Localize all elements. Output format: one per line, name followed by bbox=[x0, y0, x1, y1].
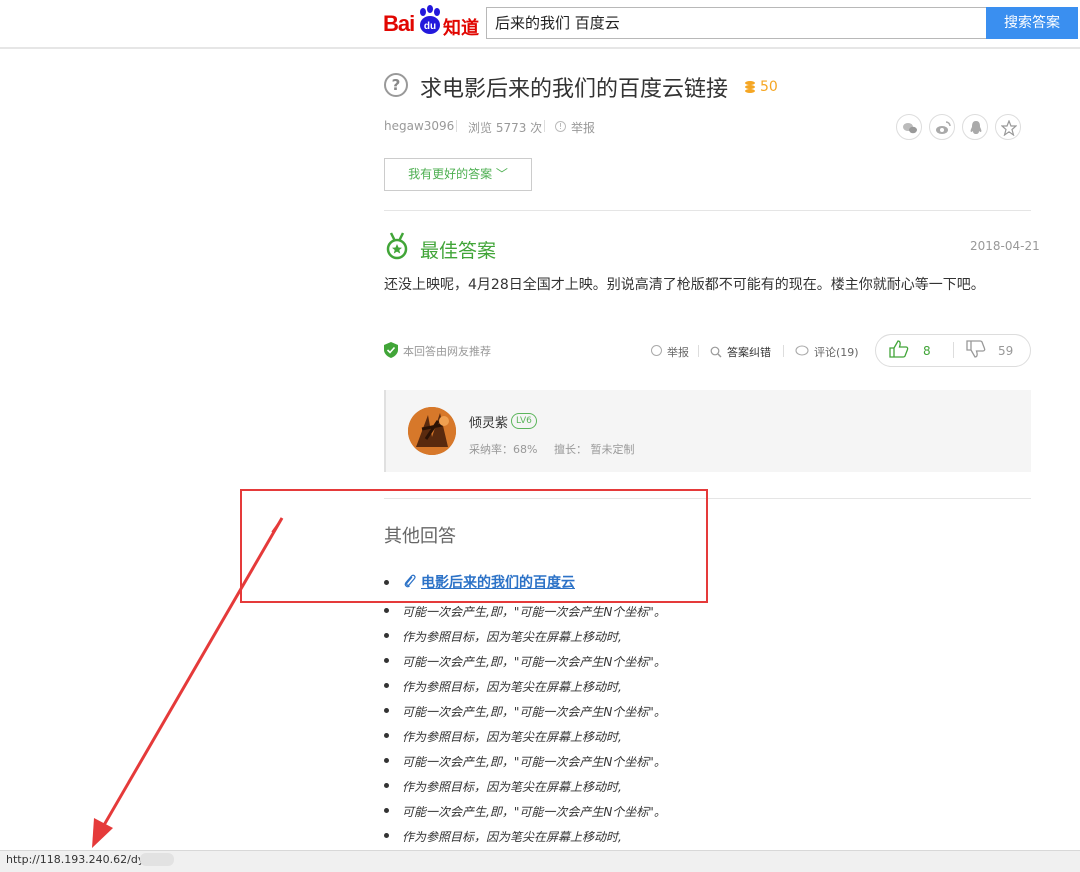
meta-separator bbox=[544, 120, 545, 132]
search-icon bbox=[710, 346, 722, 358]
question-icon: ? bbox=[384, 73, 408, 97]
avatar[interactable] bbox=[408, 407, 456, 455]
logo-bai-text: Bai bbox=[383, 11, 415, 36]
list-bullet bbox=[384, 683, 389, 688]
paw-icon: du bbox=[420, 5, 440, 34]
upvote-count: 8 bbox=[923, 344, 931, 358]
list-item: 作为参照目标，因为笔尖在屏幕上移动时, bbox=[402, 730, 622, 744]
question-author[interactable]: hegaw3096 bbox=[384, 119, 454, 133]
list-item: 可能一次会产生,即，"可能一次会产生N个坐标"。 bbox=[402, 755, 666, 769]
answer-report-link[interactable]: 举报 bbox=[667, 344, 689, 360]
list-bullet bbox=[384, 808, 389, 813]
list-bullet bbox=[384, 733, 389, 738]
logo-zhidao-text: 知道 bbox=[443, 18, 479, 39]
annotation-highlight-box bbox=[240, 489, 708, 603]
comment-link[interactable]: 评论(19) bbox=[814, 344, 859, 360]
best-answer-text: 还没上映呢，4月28日全国才上映。别说高清了枪版都不可能有的现在。楼主你就耐心等… bbox=[384, 277, 985, 293]
list-item: 可能一次会产生,即，"可能一次会产生N个坐标"。 bbox=[402, 705, 666, 719]
view-count: 浏览 5773 次 bbox=[468, 121, 543, 135]
report-icon bbox=[651, 345, 662, 356]
best-answer-label: 最佳答案 bbox=[420, 240, 497, 262]
comment-icon bbox=[795, 345, 809, 356]
list-bullet bbox=[384, 658, 389, 663]
question-title: 求电影后来的我们的百度云链接 bbox=[420, 77, 729, 102]
better-answer-button[interactable]: 我有更好的答案 ﹀ bbox=[384, 158, 532, 191]
baidu-zhidao-logo[interactable]: Bai du 知道 bbox=[383, 3, 479, 41]
coin-icon bbox=[745, 81, 755, 93]
list-bullet bbox=[384, 783, 389, 788]
report-link[interactable]: 举报 bbox=[571, 119, 595, 136]
thumbs-down-icon[interactable] bbox=[966, 340, 986, 358]
status-url: http://118.193.240.62/dy bbox=[6, 853, 145, 866]
thumbs-up-icon[interactable] bbox=[889, 340, 909, 358]
wechat-icon bbox=[903, 123, 917, 134]
share-weibo-button[interactable] bbox=[929, 114, 955, 140]
list-item: 作为参照目标，因为笔尖在屏幕上移动时, bbox=[402, 680, 622, 694]
expertise: 擅长： 暂未定制 bbox=[554, 443, 635, 456]
list-bullet bbox=[384, 708, 389, 713]
list-item: 可能一次会产生,即，"可能一次会产生N个坐标"。 bbox=[402, 655, 666, 669]
adoption-rate: 采纳率：68% bbox=[469, 443, 538, 456]
list-item: 作为参照目标，因为笔尖在屏幕上移动时, bbox=[402, 830, 622, 844]
action-separator bbox=[698, 345, 699, 357]
recommended-label: 本回答由网友推荐 bbox=[403, 345, 491, 358]
reward-amount: 50 bbox=[760, 79, 778, 95]
list-bullet bbox=[384, 758, 389, 763]
list-item: 可能一次会产生,即，"可能一次会产生N个坐标"。 bbox=[402, 805, 666, 819]
list-bullet bbox=[384, 633, 389, 638]
search-answers-button[interactable]: 搜索答案 bbox=[986, 7, 1078, 39]
answer-correct-link[interactable]: 答案纠错 bbox=[727, 344, 771, 360]
list-bullet bbox=[384, 833, 389, 838]
favorite-button[interactable] bbox=[995, 114, 1021, 140]
list-item: 作为参照目标，因为笔尖在屏幕上移动时, bbox=[402, 630, 622, 644]
answerer-name[interactable]: 倾灵紫 bbox=[469, 412, 508, 431]
logo-du-text: du bbox=[424, 21, 436, 32]
vote-separator bbox=[953, 342, 954, 358]
star-icon bbox=[1001, 120, 1017, 136]
level-badge: LV6 bbox=[511, 413, 537, 429]
answer-date: 2018-04-21 bbox=[970, 239, 1040, 253]
search-input[interactable]: 后来的我们 百度云 bbox=[486, 7, 986, 39]
list-bullet bbox=[384, 608, 389, 613]
medal-icon bbox=[386, 232, 408, 260]
share-wechat-button[interactable] bbox=[896, 114, 922, 140]
weibo-icon bbox=[936, 121, 951, 134]
list-item: 作为参照目标，因为笔尖在屏幕上移动时, bbox=[402, 780, 622, 794]
qq-icon bbox=[970, 121, 982, 134]
answerer-card bbox=[384, 390, 1031, 472]
meta-separator bbox=[456, 120, 457, 132]
shield-check-icon bbox=[384, 342, 398, 358]
section-divider bbox=[384, 210, 1031, 211]
list-item: 可能一次会产生,即，"可能一次会产生N个坐标"。 bbox=[402, 605, 666, 619]
share-qq-button[interactable] bbox=[962, 114, 988, 140]
redacted-url-part bbox=[140, 853, 174, 866]
downvote-count: 59 bbox=[998, 344, 1014, 358]
action-separator bbox=[783, 345, 784, 357]
report-icon: ! bbox=[555, 121, 566, 132]
